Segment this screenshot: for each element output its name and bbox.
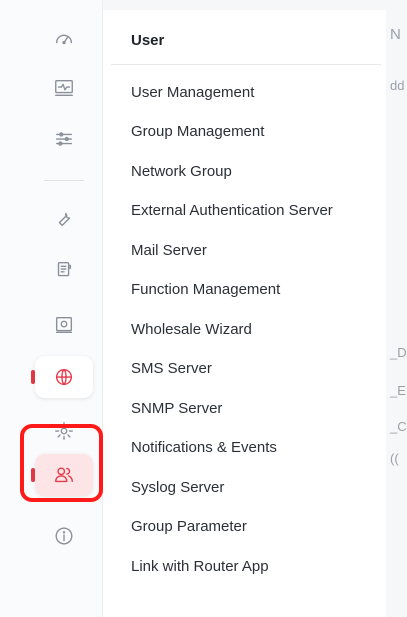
globe-icon[interactable] bbox=[35, 356, 93, 398]
menu-item-external-auth-server[interactable]: External Authentication Server bbox=[131, 202, 333, 219]
menu-item-syslog-server[interactable]: Syslog Server bbox=[131, 479, 224, 496]
sliders-icon[interactable] bbox=[35, 118, 93, 160]
menu-header: User bbox=[131, 32, 165, 49]
user-menu-panel: User User Management Group Management Ne… bbox=[103, 10, 386, 617]
menu-item-wholesale-wizard[interactable]: Wholesale Wizard bbox=[131, 321, 252, 338]
menu-item-notifications-events[interactable]: Notifications & Events bbox=[131, 439, 277, 456]
bg-fragment: N bbox=[390, 26, 401, 43]
monitor-pulse-icon[interactable] bbox=[35, 67, 93, 109]
background-page: N dd _D _E _C (( bbox=[386, 0, 407, 617]
sidebar bbox=[0, 0, 103, 617]
dashboard-gauge-icon[interactable] bbox=[35, 17, 93, 59]
menu-item-group-parameter[interactable]: Group Parameter bbox=[131, 518, 247, 535]
menu-item-user-management[interactable]: User Management bbox=[131, 84, 254, 101]
bg-fragment: _E bbox=[390, 383, 406, 398]
menu-item-snmp-server[interactable]: SNMP Server bbox=[131, 400, 222, 417]
menu-item-group-management[interactable]: Group Management bbox=[131, 123, 264, 140]
bg-fragment: _D bbox=[390, 345, 407, 360]
menu-item-sms-server[interactable]: SMS Server bbox=[131, 360, 212, 377]
menu-item-link-router-app[interactable]: Link with Router App bbox=[131, 558, 269, 575]
highlight-box bbox=[20, 424, 103, 502]
menu-item-function-management[interactable]: Function Management bbox=[131, 281, 280, 298]
menu-item-network-group[interactable]: Network Group bbox=[131, 163, 232, 180]
wrench-icon[interactable] bbox=[35, 198, 93, 240]
bg-fragment: (( bbox=[390, 451, 399, 466]
menu-header-divider bbox=[111, 64, 381, 65]
document-icon[interactable] bbox=[35, 249, 93, 291]
info-icon[interactable] bbox=[35, 515, 93, 557]
menu-item-mail-server[interactable]: Mail Server bbox=[131, 242, 207, 259]
bg-fragment: _C bbox=[390, 419, 407, 434]
bg-fragment: dd bbox=[390, 78, 405, 93]
sidebar-divider bbox=[44, 180, 84, 181]
settings-panel-icon[interactable] bbox=[35, 304, 93, 346]
